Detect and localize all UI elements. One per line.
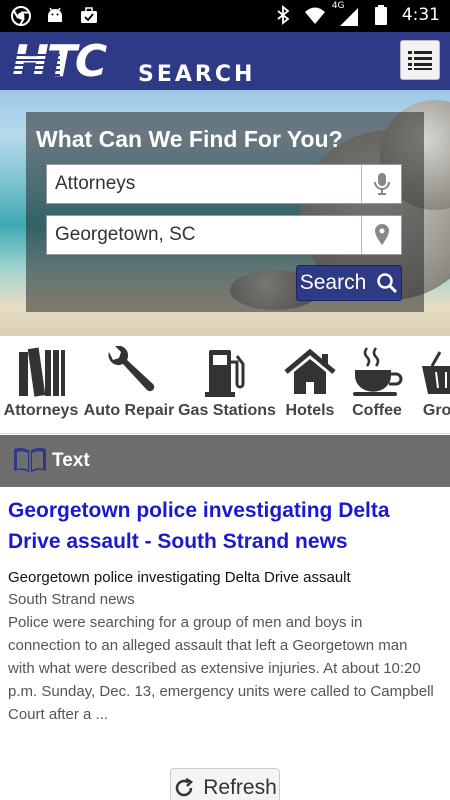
android-debug-icon: [48, 7, 62, 22]
briefcase-icon: [81, 7, 97, 23]
what-field[interactable]: [46, 164, 402, 204]
gas-pump-icon: [205, 350, 245, 397]
article-headline-link[interactable]: Georgetown police investigating Delta Dr…: [8, 495, 438, 557]
battery-icon: [374, 5, 387, 25]
open-book-icon: [14, 447, 46, 473]
coffee-cup-icon: [353, 347, 403, 396]
section-label: Text: [52, 450, 90, 471]
app-header: HTC SEARCH: [0, 32, 450, 90]
house-icon: [284, 348, 336, 394]
article-subtitle: Georgetown police investigating Delta Dr…: [8, 569, 351, 586]
bluetooth-icon: [277, 5, 290, 25]
location-pin-icon: [374, 224, 389, 245]
status-time: 4:31: [401, 5, 440, 25]
search-title: What Can We Find For You?: [36, 126, 343, 152]
logo-stripes: [12, 54, 60, 76]
news-article: Georgetown police investigating Delta Dr…: [8, 495, 438, 726]
chrome-icon: [11, 6, 31, 26]
category-gas-stations[interactable]: Gas Stations: [178, 346, 276, 430]
category-label: Hotels: [285, 402, 335, 419]
status-bar: 4G 4:31: [0, 0, 450, 32]
search-panel: What Can We Find For You? Attorneys Geor…: [26, 112, 424, 312]
list-menu-icon: [408, 51, 432, 70]
signal-indicator: 4G: [332, 1, 360, 26]
location-button[interactable]: [361, 216, 401, 254]
logo-sub-text: SEARCH: [138, 62, 256, 87]
category-label: Attorneys: [3, 402, 79, 419]
category-coffee[interactable]: Coffee: [348, 346, 406, 430]
refresh-label: Refresh: [203, 776, 277, 799]
wrench-icon: [108, 346, 155, 392]
htc-search-logo[interactable]: HTC SEARCH: [12, 40, 262, 87]
category-strip: Attorneys Auto Repair Gas Stations Hotel…: [0, 336, 450, 434]
what-input[interactable]: [47, 165, 361, 203]
hero-banner: What Can We Find For You? Attorneys Geor…: [0, 90, 450, 336]
where-input[interactable]: [47, 216, 361, 254]
refresh-button[interactable]: Refresh: [170, 768, 280, 800]
article-snippet: Police were searching for a group of men…: [8, 614, 434, 723]
refresh-icon: [175, 777, 194, 797]
where-field[interactable]: [46, 215, 402, 255]
category-grocery[interactable]: Groce: [416, 346, 450, 430]
category-attorneys[interactable]: Attorneys: [3, 346, 79, 430]
books-icon: [19, 347, 65, 397]
basket-icon: [422, 351, 450, 394]
signal-icon: [339, 8, 358, 26]
search-button[interactable]: Search: [296, 265, 402, 301]
section-header: Text: [0, 435, 450, 487]
category-label: Coffee: [352, 402, 402, 419]
category-auto-repair[interactable]: Auto Repair: [83, 346, 175, 430]
category-hotels[interactable]: Hotels: [280, 346, 340, 430]
voice-search-button[interactable]: [361, 165, 401, 203]
wifi-icon: [304, 7, 325, 24]
category-label: Auto Repair: [83, 402, 175, 419]
microphone-icon: [373, 173, 390, 195]
search-button-label: Search: [299, 271, 367, 294]
menu-button[interactable]: [400, 40, 440, 80]
magnifier-icon: [377, 273, 398, 294]
article-source: South Strand news: [8, 591, 135, 608]
category-label: Groce: [422, 402, 450, 419]
category-label: Gas Stations: [178, 402, 276, 419]
